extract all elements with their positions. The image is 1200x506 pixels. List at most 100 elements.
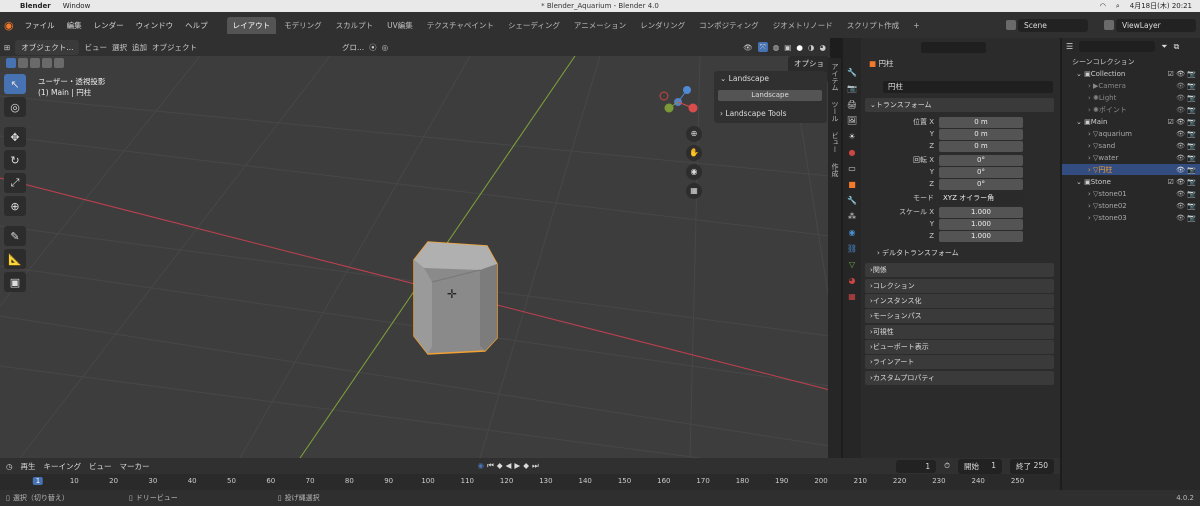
outliner-search-input[interactable] [1079,41,1156,52]
tab-create[interactable]: 作成 [828,158,842,182]
outliner-row-point[interactable]: › ✺ ポイント 👁 📷 [1062,104,1200,115]
snap-icon[interactable]: ⦿ [369,42,377,53]
tab-item[interactable]: アイテム [828,58,842,96]
location-y-field[interactable]: 0 m [939,128,1023,140]
measure-tool-icon[interactable]: 📐 [4,249,26,269]
outliner-row-light[interactable]: › ✺ Light 👁 📷 [1062,92,1200,103]
move-tool-icon[interactable]: ✥ [4,127,26,147]
props-search-input[interactable] [921,42,986,53]
outliner-row-stone[interactable]: ⌄ ▣ Stone ☑ 👁 📷 [1062,176,1200,187]
select-invert-icon[interactable] [42,58,52,68]
particles-props-icon[interactable]: ⁂ [848,212,856,221]
scale-z-field[interactable]: 1.000 [939,230,1023,242]
texture-props-icon[interactable]: ▦ [848,292,856,301]
section-instancing[interactable]: › インスタンス化 [865,294,1054,308]
section-viewport-display[interactable]: › ビューポート表示 [865,340,1054,354]
location-x-field[interactable]: 0 m [939,116,1023,128]
play-icon[interactable]: ▶ [514,461,520,471]
menu-playback[interactable]: 再生 [21,461,36,472]
annotate-tool-icon[interactable]: ✎ [4,226,26,246]
outliner-row-sand[interactable]: › ▽ sand 👁 📷 [1062,140,1200,151]
outliner-row-camera[interactable]: › ▶ Camera 👁 📷 [1062,80,1200,91]
app-menu[interactable]: Blender [20,2,51,10]
viewport-canvas[interactable]: ✛ [0,56,830,458]
viewlayer-field[interactable]: ViewLayer [1116,18,1196,32]
output-props-icon[interactable]: 🖨 [847,100,857,109]
tab-modeling[interactable]: モデリング [278,17,328,34]
menu-window[interactable]: ウィンドウ [131,18,179,33]
select-tool-icon[interactable]: ↖ [4,74,26,94]
landscape-section-header[interactable]: ⌄ Landscape [720,74,769,83]
location-z-field[interactable]: 0 m [939,140,1023,152]
scene-collection-row[interactable]: シーンコレクション [1062,56,1200,67]
next-key-icon[interactable]: ◆ [523,461,529,471]
prev-key-icon[interactable]: ◆ [497,461,503,471]
hand-icon[interactable]: ✋ [686,145,702,161]
overlay-icon[interactable]: ◍ [773,43,780,52]
physics-props-icon[interactable]: ◉ [849,228,856,237]
zoom-icon[interactable]: ⊕ [686,126,702,142]
mode-select[interactable]: オブジェクト... [15,39,80,55]
scene-props-icon[interactable]: ☀ [848,132,855,141]
transform-section[interactable]: ⌄ トランスフォーム [865,98,1054,112]
rotate-tool-icon[interactable]: ↻ [4,150,26,170]
menu-render[interactable]: レンダー [89,18,129,33]
record-icon[interactable]: ◉ [478,461,485,471]
material-props-icon[interactable]: ◕ [849,276,856,285]
data-props-icon[interactable]: ▽ [849,260,855,269]
outliner-row-stone03[interactable]: › ▽ stone03 👁 📷 [1062,212,1200,223]
tab-texture-paint[interactable]: テクスチャペイント [421,17,500,34]
select-new-icon[interactable] [6,58,16,68]
shading-solid-icon[interactable]: ● [796,43,803,52]
new-collection-icon[interactable]: ⧉ [1174,42,1180,52]
jump-start-icon[interactable]: ⏮ [487,461,494,471]
tab-geometry-nodes[interactable]: ジオメトリノード [767,17,839,34]
section-motion-paths[interactable]: › モーションパス [865,309,1054,323]
view-layer-props-icon[interactable]: 🖼 [847,116,857,125]
menu-file[interactable]: ファイル [20,18,60,33]
add-workspace-button[interactable]: + [907,18,925,33]
3d-viewport[interactable]: ✛ ユーザー・透視投影 (1) Main | 円柱 ⊕ ✋ ◉ ▦ オプション [0,56,830,458]
world-props-icon[interactable]: ● [849,148,856,157]
outliner-row-water[interactable]: › ▽ water 👁 📷 [1062,152,1200,163]
render-props-icon[interactable]: 📷 [847,84,857,93]
section-visibility[interactable]: › 可視性 [865,325,1054,339]
landscape-button[interactable]: Landscape [718,90,822,101]
menu-help[interactable]: ヘルプ [180,18,213,33]
shading-material-icon[interactable]: ◑ [808,43,815,52]
search-icon[interactable]: ⌕ [1116,2,1120,11]
outliner-row-aquarium[interactable]: › ▽ aquarium 👁 📷 [1062,128,1200,139]
select-intersect-icon[interactable] [54,58,64,68]
end-frame-field[interactable]: 終了 250 [1010,458,1054,474]
outliner-row-collection[interactable]: ⌄ ▣ Collection ☑ 👁 📷 [1062,68,1200,79]
editor-type-icon[interactable]: ⊞ [4,43,10,52]
menu-edit[interactable]: 編集 [62,18,87,33]
scale-x-field[interactable]: 1.000 [939,206,1023,218]
rotation-mode-select[interactable]: XYZ オイラー角 [939,192,1023,204]
xray-icon[interactable]: ▣ [784,43,791,52]
proportional-icon[interactable]: ◎ [382,43,389,52]
jump-end-icon[interactable]: ⏭ [532,461,539,471]
scale-tool-icon[interactable]: ⤢ [4,173,26,193]
constraints-props-icon[interactable]: ⛓ [847,244,857,253]
collection-props-icon[interactable]: ▭ [848,164,856,173]
rotation-z-field[interactable]: 0° [939,178,1023,190]
menu-timeline-view[interactable]: ビュー [89,461,112,472]
tab-sculpt[interactable]: スカルプト [330,17,380,34]
clock-icon[interactable]: ◷ [6,462,13,471]
outliner-row-main[interactable]: ⌄ ▣ Main ☑ 👁 📷 [1062,116,1200,127]
transform-tool-icon[interactable]: ⊕ [4,196,26,216]
camera-icon[interactable]: ◉ [686,164,702,180]
select-extend-icon[interactable] [18,58,28,68]
wifi-icon[interactable]: ◠ [1100,2,1106,10]
tab-view[interactable]: ビュー [828,127,842,158]
select-subtract-icon[interactable] [30,58,40,68]
filter-icon[interactable]: ⏷ [1161,42,1167,52]
object-name-field[interactable]: 円柱 [883,81,1053,93]
outliner-row-stone01[interactable]: › ▽ stone01 👁 📷 [1062,188,1200,199]
grid-icon[interactable]: ▦ [686,183,702,199]
navigation-gizmo[interactable] [659,86,698,113]
blender-logo-icon[interactable]: ◉ [4,19,14,32]
play-reverse-icon[interactable]: ◀ [506,461,512,471]
tab-layout[interactable]: レイアウト [226,16,277,34]
